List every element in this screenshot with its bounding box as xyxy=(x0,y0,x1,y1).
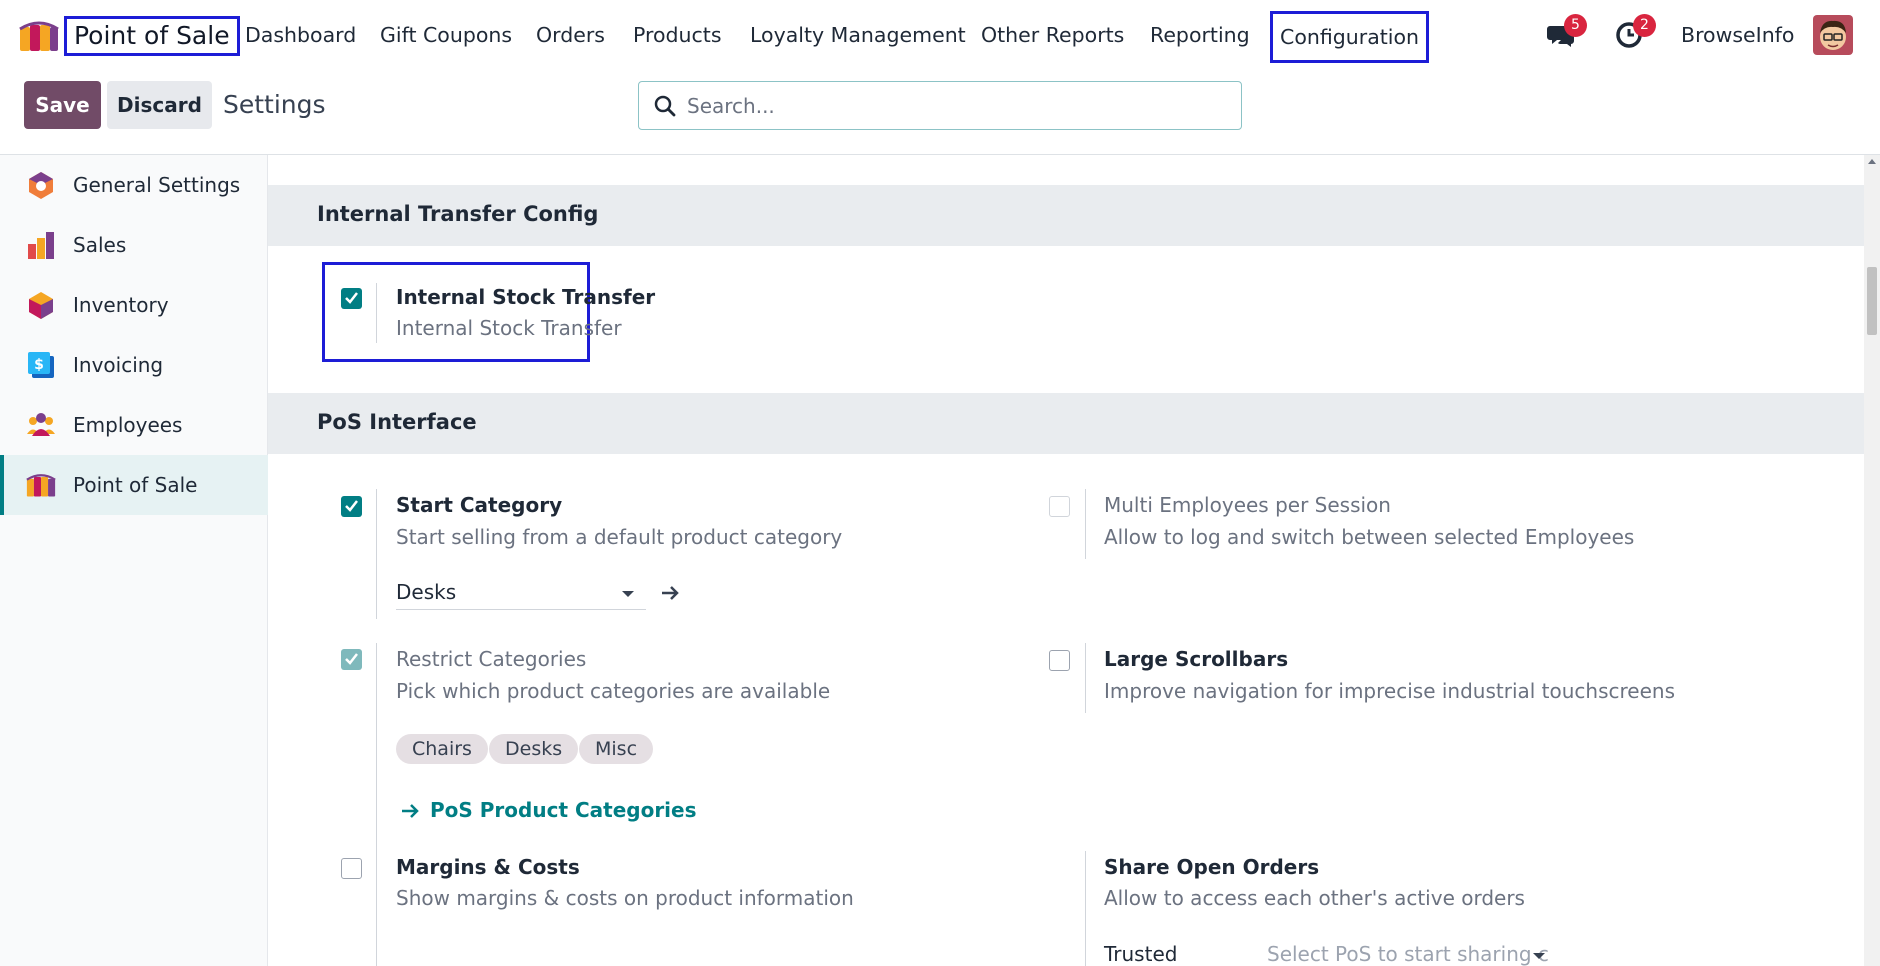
search-icon xyxy=(654,95,676,117)
menu-products[interactable]: Products xyxy=(633,20,722,50)
sidebar-item-general-settings[interactable]: General Settings xyxy=(0,155,268,215)
internal-stock-transfer-checkbox[interactable] xyxy=(341,288,362,309)
start-category-title: Start Category xyxy=(396,493,563,517)
discard-button[interactable]: Discard xyxy=(107,81,212,129)
chevron-down-icon xyxy=(622,591,634,597)
sidebar-label-sales: Sales xyxy=(73,233,127,257)
margins-costs-title: Margins & Costs xyxy=(396,855,580,879)
margins-costs-checkbox[interactable] xyxy=(341,858,362,879)
pos-product-categories-link[interactable]: PoS Product Categories xyxy=(430,798,697,822)
start-category-value: Desks xyxy=(396,580,457,604)
sidebar-item-invoicing[interactable]: $ Invoicing xyxy=(0,335,268,395)
divider xyxy=(1085,643,1086,713)
share-open-orders-desc: Allow to access each other's active orde… xyxy=(1104,886,1525,910)
messages-count-badge: 5 xyxy=(1564,14,1587,37)
scroll-up-icon[interactable] xyxy=(1868,159,1876,164)
user-avatar[interactable] xyxy=(1813,15,1853,55)
search-bar[interactable] xyxy=(638,81,1242,130)
menu-orders[interactable]: Orders xyxy=(536,20,605,50)
content-scrollbar[interactable] xyxy=(1864,155,1880,966)
divider xyxy=(376,283,377,343)
checkmark-icon xyxy=(345,500,358,512)
category-tag[interactable]: Desks xyxy=(489,734,579,764)
sidebar-item-sales[interactable]: Sales xyxy=(0,215,268,275)
restrict-categories-checkbox[interactable] xyxy=(341,649,362,670)
restrict-categories-desc: Pick which product categories are availa… xyxy=(396,679,831,703)
category-tag[interactable]: Misc xyxy=(579,734,654,764)
start-category-checkbox[interactable] xyxy=(341,496,362,517)
menu-dashboard[interactable]: Dashboard xyxy=(245,20,356,50)
menu-gift-coupons[interactable]: Gift Coupons xyxy=(380,20,512,50)
arrow-right-icon xyxy=(402,804,419,818)
activities-button[interactable]: 2 xyxy=(1615,14,1656,50)
sidebar-label-point-of-sale: Point of Sale xyxy=(73,473,198,497)
checkmark-icon xyxy=(345,653,358,665)
sales-icon xyxy=(28,232,54,259)
trusted-label: Trusted xyxy=(1104,942,1178,966)
large-scrollbars-desc: Improve navigation for imprecise industr… xyxy=(1104,679,1675,703)
sidebar-label-general-settings: General Settings xyxy=(73,173,241,197)
divider xyxy=(1085,489,1086,559)
trusted-pos-placeholder: Select PoS to start sharing c xyxy=(1267,942,1549,966)
arrow-right-icon[interactable] xyxy=(660,584,680,602)
app-name[interactable]: Point of Sale xyxy=(64,16,240,56)
checkmark-icon xyxy=(345,292,358,304)
start-category-desc: Start selling from a default product cat… xyxy=(396,525,843,549)
menu-configuration[interactable]: Configuration xyxy=(1270,11,1430,63)
settings-sidebar: General Settings Sales Inventory $ Invoi… xyxy=(0,155,268,966)
multi-employees-checkbox[interactable] xyxy=(1049,496,1070,517)
category-tag[interactable]: Chairs xyxy=(396,734,488,764)
activities-count-badge: 2 xyxy=(1633,14,1656,37)
search-input[interactable] xyxy=(687,91,1227,121)
divider xyxy=(376,643,377,966)
top-navbar: Point of Sale Dashboard Gift Coupons Ord… xyxy=(0,0,1880,70)
section-internal-transfer: Internal Transfer Config xyxy=(268,185,1864,246)
restrict-categories-title: Restrict Categories xyxy=(396,647,587,671)
section-title-internal-transfer: Internal Transfer Config xyxy=(317,202,599,226)
avatar-icon xyxy=(1813,15,1853,55)
point-of-sale-logo-icon[interactable] xyxy=(18,17,60,53)
internal-stock-transfer-desc: Internal Stock Transfer xyxy=(396,316,622,340)
section-title-pos-interface: PoS Interface xyxy=(317,410,477,434)
section-pos-interface: PoS Interface xyxy=(268,393,1864,454)
margins-costs-desc: Show margins & costs on product informat… xyxy=(396,886,854,910)
point-of-sale-icon xyxy=(26,474,56,497)
sidebar-item-inventory[interactable]: Inventory xyxy=(0,275,268,335)
sidebar-label-invoicing: Invoicing xyxy=(73,353,164,377)
menu-reporting[interactable]: Reporting xyxy=(1150,20,1250,50)
svg-text:$: $ xyxy=(34,357,44,373)
highlight-internal-stock-transfer xyxy=(322,262,590,362)
large-scrollbars-checkbox[interactable] xyxy=(1049,650,1070,671)
general-settings-icon xyxy=(29,172,53,199)
large-scrollbars-title: Large Scrollbars xyxy=(1104,647,1289,671)
trusted-pos-select[interactable]: Select PoS to start sharing c xyxy=(1267,940,1552,966)
sidebar-label-inventory: Inventory xyxy=(73,293,169,317)
sidebar-item-employees[interactable]: Employees xyxy=(0,395,268,455)
menu-loyalty-management[interactable]: Loyalty Management xyxy=(750,20,966,50)
messages-button[interactable]: 5 xyxy=(1546,14,1587,50)
employees-icon xyxy=(27,413,55,436)
invoicing-icon: $ xyxy=(28,352,54,378)
share-open-orders-title: Share Open Orders xyxy=(1104,855,1320,879)
menu-other-reports[interactable]: Other Reports xyxy=(981,20,1124,50)
chevron-down-icon xyxy=(1533,953,1545,959)
save-button[interactable]: Save xyxy=(24,81,101,129)
sidebar-item-point-of-sale[interactable]: Point of Sale xyxy=(0,455,268,515)
internal-stock-transfer-title: Internal Stock Transfer xyxy=(396,285,656,309)
settings-content: Internal Transfer Config Internal Stock … xyxy=(268,155,1864,966)
scrollbar-thumb[interactable] xyxy=(1867,267,1877,335)
breadcrumb: Settings xyxy=(223,90,326,119)
inventory-icon xyxy=(29,292,53,319)
company-switcher[interactable]: BrowseInfo xyxy=(1681,20,1794,50)
divider xyxy=(1085,851,1086,966)
start-category-select[interactable]: Desks xyxy=(396,578,646,610)
multi-employees-desc: Allow to log and switch between selected… xyxy=(1104,525,1635,549)
divider xyxy=(376,489,377,619)
sidebar-label-employees: Employees xyxy=(73,413,183,437)
multi-employees-title: Multi Employees per Session xyxy=(1104,493,1391,517)
